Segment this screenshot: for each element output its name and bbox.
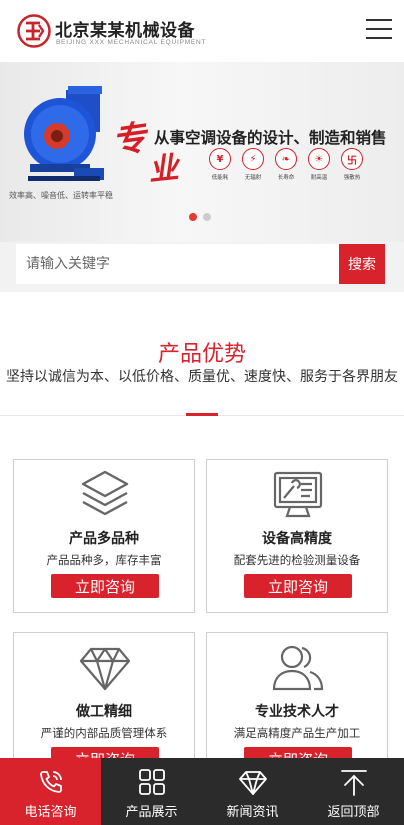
nav-phone-consult[interactable]: 电话咨询 <box>0 758 101 825</box>
search-bar: 搜索 <box>0 242 404 292</box>
feature-label: 长寿命 <box>277 175 295 181</box>
nav-back-to-top[interactable]: 返回顶部 <box>303 758 404 825</box>
feature-label: 耐高温 <box>310 175 328 181</box>
carousel-dot-1[interactable] <box>189 213 197 221</box>
feature-label: 强散热 <box>343 175 361 181</box>
banner-caption: 效率高、噪音低、运转率平稳 <box>9 191 113 200</box>
card-description: 产品品种多，库存丰富 <box>46 553 162 567</box>
brand-subtitle: BEIJING XXX MECHANICAL EQUIPMENT <box>56 39 207 46</box>
nav-news[interactable]: 新闻资讯 <box>202 758 303 825</box>
banner-calligraphy: 业 <box>146 150 181 189</box>
consult-button[interactable]: 立即咨询 <box>244 574 352 598</box>
users-icon <box>272 645 324 691</box>
leaf-icon: ❧ <box>275 148 297 170</box>
bottom-nav: 电话咨询 产品展示 新闻资讯 返回顶部 <box>0 758 404 825</box>
phone-icon <box>39 771 62 793</box>
logo-emblem-icon[interactable] <box>17 14 51 48</box>
brand-name: 北京某某机械设备 <box>55 21 195 41</box>
menu-line <box>366 19 392 21</box>
banner-feature-row: ¥ 低能耗 ⚡ 无辐射 ❧ 长寿命 ☀ 耐高温 卐 强散热 <box>206 148 366 181</box>
banner-title: 从事空调设备的设计、制造和销售 <box>154 129 387 147</box>
card-title: 产品多品种 <box>69 531 139 547</box>
diamond-icon <box>238 771 267 795</box>
menu-line <box>366 28 392 30</box>
banner-calligraphy: 专 <box>109 117 150 163</box>
fan-blade-icon: 卐 <box>341 148 363 170</box>
carousel-pagination <box>189 213 211 221</box>
advantage-card[interactable]: 设备高精度 配套先进的检验测量设备 立即咨询 <box>206 459 388 613</box>
card-description: 满足高精度产品生产加工 <box>233 726 361 740</box>
lightning-icon: ⚡ <box>242 148 264 170</box>
carousel-dot-2[interactable] <box>203 213 211 221</box>
yen-icon: ¥ <box>209 148 231 170</box>
card-title: 设备高精度 <box>262 531 332 547</box>
feature-long-life: ❧ 长寿命 <box>272 148 300 181</box>
nav-products[interactable]: 产品展示 <box>101 758 202 825</box>
nav-label: 新闻资讯 <box>226 805 279 820</box>
centrifugal-fan-image <box>24 86 104 181</box>
feature-heat-resistant: ☀ 耐高温 <box>305 148 333 181</box>
consult-button[interactable]: 立即咨询 <box>51 574 159 598</box>
sun-icon: ☀ <box>308 148 330 170</box>
hamburger-menu-icon[interactable] <box>366 19 392 41</box>
card-description: 配套先进的检验测量设备 <box>233 553 361 567</box>
feature-label: 低能耗 <box>211 175 229 181</box>
section-description: 坚持以诚信为本、以低价格、质量优、速度快、服务于各界朋友 <box>6 369 398 385</box>
grid-icon <box>138 769 165 795</box>
menu-line <box>366 37 392 39</box>
diamond-icon <box>79 647 131 691</box>
monitor-tools-icon <box>273 471 323 518</box>
hero-banner[interactable]: 效率高、噪音低、运转率平稳 专 业 从事空调设备的设计、制造和销售 ¥ 低能耗 … <box>0 62 404 242</box>
header: 北京某某机械设备 BEIJING XXX MECHANICAL EQUIPMEN… <box>0 0 404 62</box>
layers-icon <box>81 470 129 516</box>
nav-label: 产品展示 <box>125 805 178 820</box>
search-button[interactable]: 搜索 <box>339 244 385 284</box>
section-divider-accent <box>186 413 218 416</box>
nav-label: 返回顶部 <box>327 805 380 820</box>
advantage-card[interactable]: 产品多品种 产品品种多，库存丰富 立即咨询 <box>13 459 195 613</box>
card-title: 专业技术人才 <box>255 704 339 720</box>
nav-label: 电话咨询 <box>24 805 77 820</box>
feature-heat-dissipation: 卐 强散热 <box>338 148 366 181</box>
card-description: 严谨的内部品质管理体系 <box>40 726 168 740</box>
card-title: 做工精细 <box>76 704 132 720</box>
feature-label: 无辐射 <box>244 175 262 181</box>
section-title: 产品优势 <box>157 342 246 367</box>
search-input[interactable] <box>16 244 340 284</box>
back-to-top-icon <box>340 770 367 796</box>
feature-low-energy: ¥ 低能耗 <box>206 148 234 181</box>
feature-no-radiation: ⚡ 无辐射 <box>239 148 267 181</box>
